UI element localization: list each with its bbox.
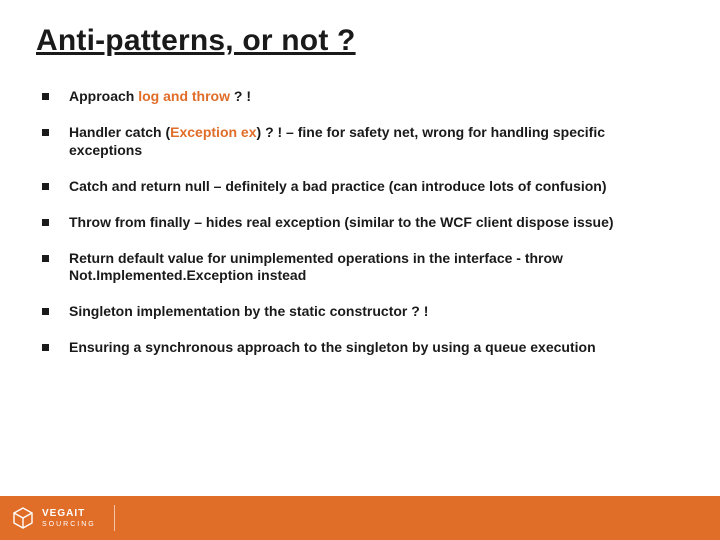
list-item-text: Handler catch (Exception ex) ? ! – fine … — [69, 124, 678, 160]
list-item-text: Return default value for unimplemented o… — [69, 250, 678, 286]
list-item-text: Catch and return null – definitely a bad… — [69, 178, 678, 196]
list-item-text: Approach log and throw ? ! — [69, 88, 678, 106]
list-item: Throw from finally – hides real exceptio… — [42, 214, 678, 232]
brand-mark-icon — [10, 505, 36, 531]
slide: Anti-patterns, or not ? Approach log and… — [0, 0, 720, 540]
slide-title: Anti-patterns, or not ? — [0, 0, 720, 58]
highlight: log and throw — [138, 88, 230, 104]
bullet-list: Approach log and throw ? ! Handler catch… — [0, 58, 720, 357]
logo: VEGAIT SOURCING — [0, 505, 96, 531]
bullet-marker-icon — [42, 93, 49, 100]
highlight: Exception ex — [170, 124, 256, 140]
bullet-marker-icon — [42, 255, 49, 262]
list-item: Approach log and throw ? ! — [42, 88, 678, 106]
list-item: Handler catch (Exception ex) ? ! – fine … — [42, 124, 678, 160]
footer-bar: VEGAIT SOURCING — [0, 496, 720, 540]
bullet-marker-icon — [42, 308, 49, 315]
logo-line2: SOURCING — [42, 521, 96, 528]
list-item: Ensuring a synchronous approach to the s… — [42, 339, 678, 357]
bullet-marker-icon — [42, 183, 49, 190]
logo-text: VEGAIT SOURCING — [42, 509, 96, 528]
footer-divider — [114, 505, 115, 531]
list-item-text: Ensuring a synchronous approach to the s… — [69, 339, 678, 357]
list-item: Return default value for unimplemented o… — [42, 250, 678, 286]
list-item-text: Singleton implementation by the static c… — [69, 303, 678, 321]
list-item: Singleton implementation by the static c… — [42, 303, 678, 321]
bullet-marker-icon — [42, 219, 49, 226]
logo-line1: VEGAIT — [42, 509, 96, 519]
bullet-marker-icon — [42, 344, 49, 351]
list-item: Catch and return null – definitely a bad… — [42, 178, 678, 196]
list-item-text: Throw from finally – hides real exceptio… — [69, 214, 678, 232]
bullet-marker-icon — [42, 129, 49, 136]
